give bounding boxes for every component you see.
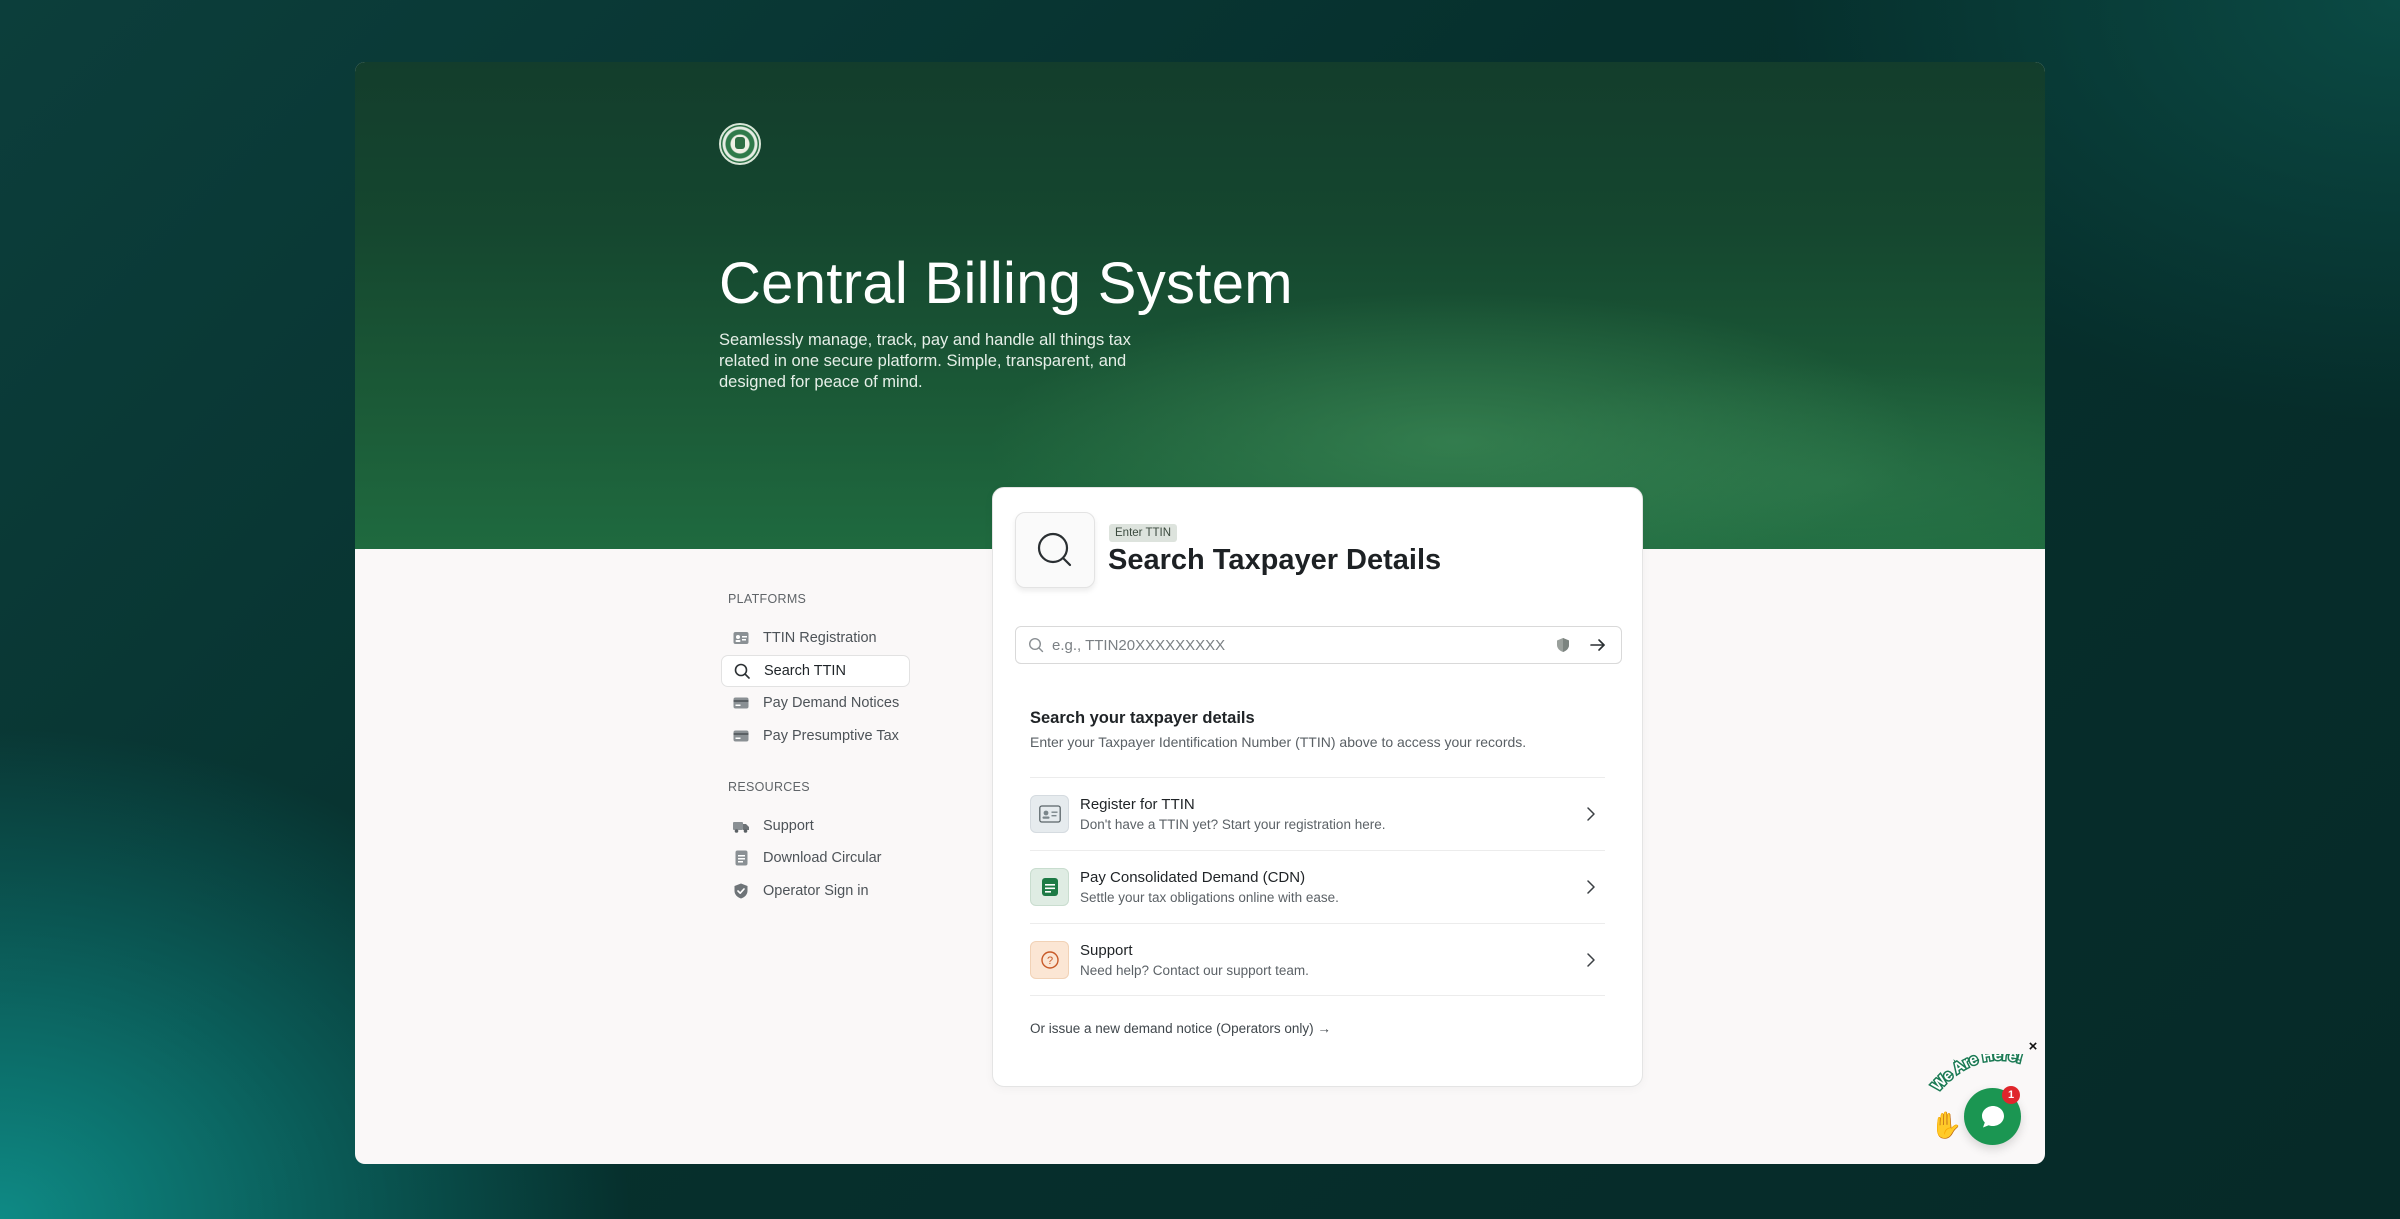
sidebar: PLATFORMS TTIN Registration Search TTIN … [721, 592, 921, 907]
sidebar-item-operator-sign-in[interactable]: Operator Sign in [721, 875, 921, 907]
card-title: Search Taxpayer Details [1108, 544, 1442, 576]
svg-text:?: ? [1046, 955, 1052, 967]
register-ttin-option[interactable]: Register for TTIN Don't have a TTIN yet?… [1030, 777, 1605, 850]
coat-of-arms-logo[interactable] [719, 123, 761, 165]
search-icon [1028, 637, 1044, 653]
option-subtitle: Settle your tax obligations online with … [1080, 890, 1339, 905]
platforms-heading: PLATFORMS [728, 592, 807, 606]
option-title: Support [1080, 941, 1133, 959]
chevron-right-icon [1583, 878, 1599, 896]
document-icon [733, 850, 749, 866]
sidebar-item-download-circular[interactable]: Download Circular [721, 842, 921, 874]
sidebar-item-search-ttin[interactable]: Search TTIN [721, 654, 910, 687]
question-icon: ? [1030, 940, 1069, 979]
sidebar-item-support[interactable]: Support [721, 810, 921, 842]
id-card-icon [733, 630, 749, 646]
section-subtitle: Enter your Taxpayer Identification Numbe… [1030, 734, 1527, 750]
options-list: Register for TTIN Don't have a TTIN yet?… [1030, 777, 1605, 996]
option-title: Register for TTIN [1080, 796, 1195, 813]
pay-cdn-option[interactable]: Pay Consolidated Demand (CDN) Settle you… [1030, 850, 1605, 923]
enter-ttin-chip: Enter TTIN [1109, 524, 1178, 542]
issue-demand-notice-link[interactable]: Or issue a new demand notice (Operators … [1030, 1021, 1331, 1036]
option-subtitle: Need help? Contact our support team. [1080, 962, 1309, 978]
credit-card-icon [733, 695, 749, 711]
sidebar-item-label: Pay Presumptive Tax [763, 727, 899, 744]
sidebar-item-label: Operator Sign in [763, 882, 869, 899]
sidebar-item-label: Search TTIN [764, 662, 846, 679]
search-taxpayer-card: Enter TTIN Search Taxpayer Details Searc… [992, 487, 1643, 1087]
sidebar-item-label: Support [763, 817, 814, 834]
option-subtitle: Don't have a TTIN yet? Start your regist… [1080, 817, 1386, 832]
id-card-icon [1030, 795, 1069, 833]
ttin-search-input[interactable] [1052, 636, 1555, 654]
document-icon [1030, 868, 1069, 906]
sidebar-item-ttin-registration[interactable]: TTIN Registration [721, 622, 921, 654]
page-subtitle: Seamlessly manage, track, pay and handle… [719, 331, 1131, 391]
search-icon [1015, 512, 1095, 588]
sidebar-item-label: TTIN Registration [763, 630, 877, 646]
chevron-right-icon [1583, 951, 1599, 969]
section-title: Search your taxpayer details [1030, 709, 1255, 727]
notification-badge: 1 [2002, 1086, 2020, 1104]
sidebar-item-pay-demand-notices[interactable]: Pay Demand Notices [721, 687, 921, 719]
hero-banner: Central Billing System Seamlessly manage… [355, 62, 2045, 549]
credit-card-icon [733, 728, 749, 744]
chevron-right-icon [1583, 805, 1599, 823]
search-icon [734, 663, 750, 679]
chat-widget: × We Are Here! ✋ 1 [1920, 1039, 2050, 1150]
chat-bubble-icon [1981, 1105, 2004, 1127]
sidebar-item-label: Download Circular [763, 850, 882, 866]
sidebar-item-label: Pay Demand Notices [763, 695, 900, 711]
app-window: Central Billing System Seamlessly manage… [355, 62, 2045, 1164]
waving-hand-icon: ✋ [1930, 1110, 1963, 1140]
page-title: Central Billing System [719, 251, 1293, 316]
resources-heading: RESOURCES [728, 779, 810, 794]
submit-arrow-button[interactable] [1589, 636, 1607, 654]
shield-icon[interactable] [1555, 637, 1571, 653]
option-title: Pay Consolidated Demand (CDN) [1080, 869, 1306, 886]
shield-check-icon [733, 883, 749, 899]
sidebar-item-pay-presumptive-tax[interactable]: Pay Presumptive Tax [721, 720, 921, 752]
support-option[interactable]: ? Support Need help? Contact our support… [1030, 923, 1605, 996]
ttin-search-box [1015, 626, 1622, 664]
truck-icon [733, 818, 749, 834]
close-icon[interactable]: × [2026, 1039, 2040, 1054]
